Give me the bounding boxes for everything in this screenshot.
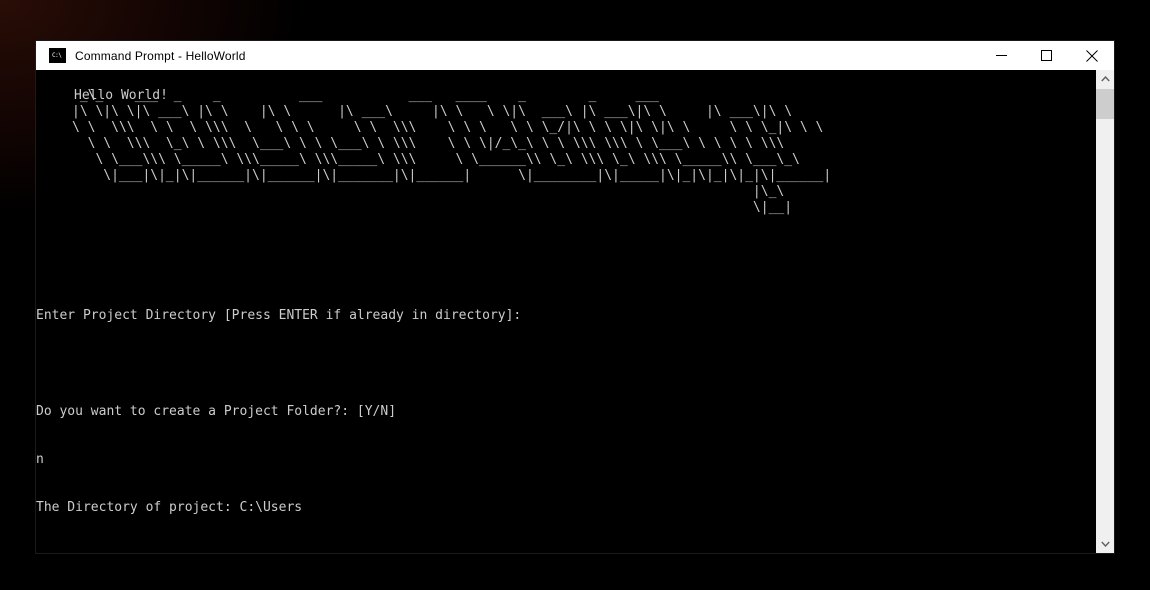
scrollbar-track[interactable] <box>1096 119 1114 535</box>
minimize-button[interactable] <box>979 41 1024 70</box>
scroll-down-button[interactable] <box>1096 535 1114 553</box>
console-line-directory-result: The Directory of project: C:\Users <box>36 500 303 515</box>
desktop-background: C:\ Command Prompt - HelloWorld Hello Wo… <box>0 0 1150 590</box>
scrollbar-thumb[interactable] <box>1096 89 1114 119</box>
console-line-answer-folder: n <box>36 452 44 467</box>
console-line-prompt-folder: Do you want to create a Project Folder?:… <box>36 404 397 419</box>
maximize-button[interactable] <box>1024 41 1069 70</box>
window-controls <box>979 41 1114 70</box>
scroll-up-button[interactable] <box>1096 70 1114 88</box>
minimize-icon <box>996 55 1007 56</box>
close-icon <box>1085 49 1098 62</box>
console-blank-2 <box>36 548 1092 553</box>
console-scrollbar[interactable] <box>1096 70 1114 553</box>
console-line-prompt-directory: Enter Project Directory [Press ENTER if … <box>36 308 522 323</box>
scroll-down-icon <box>1100 541 1110 547</box>
command-prompt-window: C:\ Command Prompt - HelloWorld Hello Wo… <box>36 41 1114 553</box>
close-button[interactable] <box>1069 41 1114 70</box>
console-output-area[interactable]: Hello World! _\_ ___ _ _ ___ ___ ____ _ … <box>36 70 1114 553</box>
cmd-prompt-icon: C:\ <box>49 48 66 63</box>
ascii-art-banner: _\_ ___ _ _ ___ ___ ____ _ _ ___ |\ \|\ … <box>72 88 832 215</box>
maximize-icon <box>1041 50 1052 61</box>
scroll-up-icon <box>1100 76 1110 82</box>
window-titlebar[interactable]: C:\ Command Prompt - HelloWorld <box>36 41 1114 70</box>
console-blank-1 <box>36 356 1092 372</box>
window-title: Command Prompt - HelloWorld <box>75 48 246 63</box>
cmd-prompt-icon-glyph: C:\ <box>52 52 62 59</box>
